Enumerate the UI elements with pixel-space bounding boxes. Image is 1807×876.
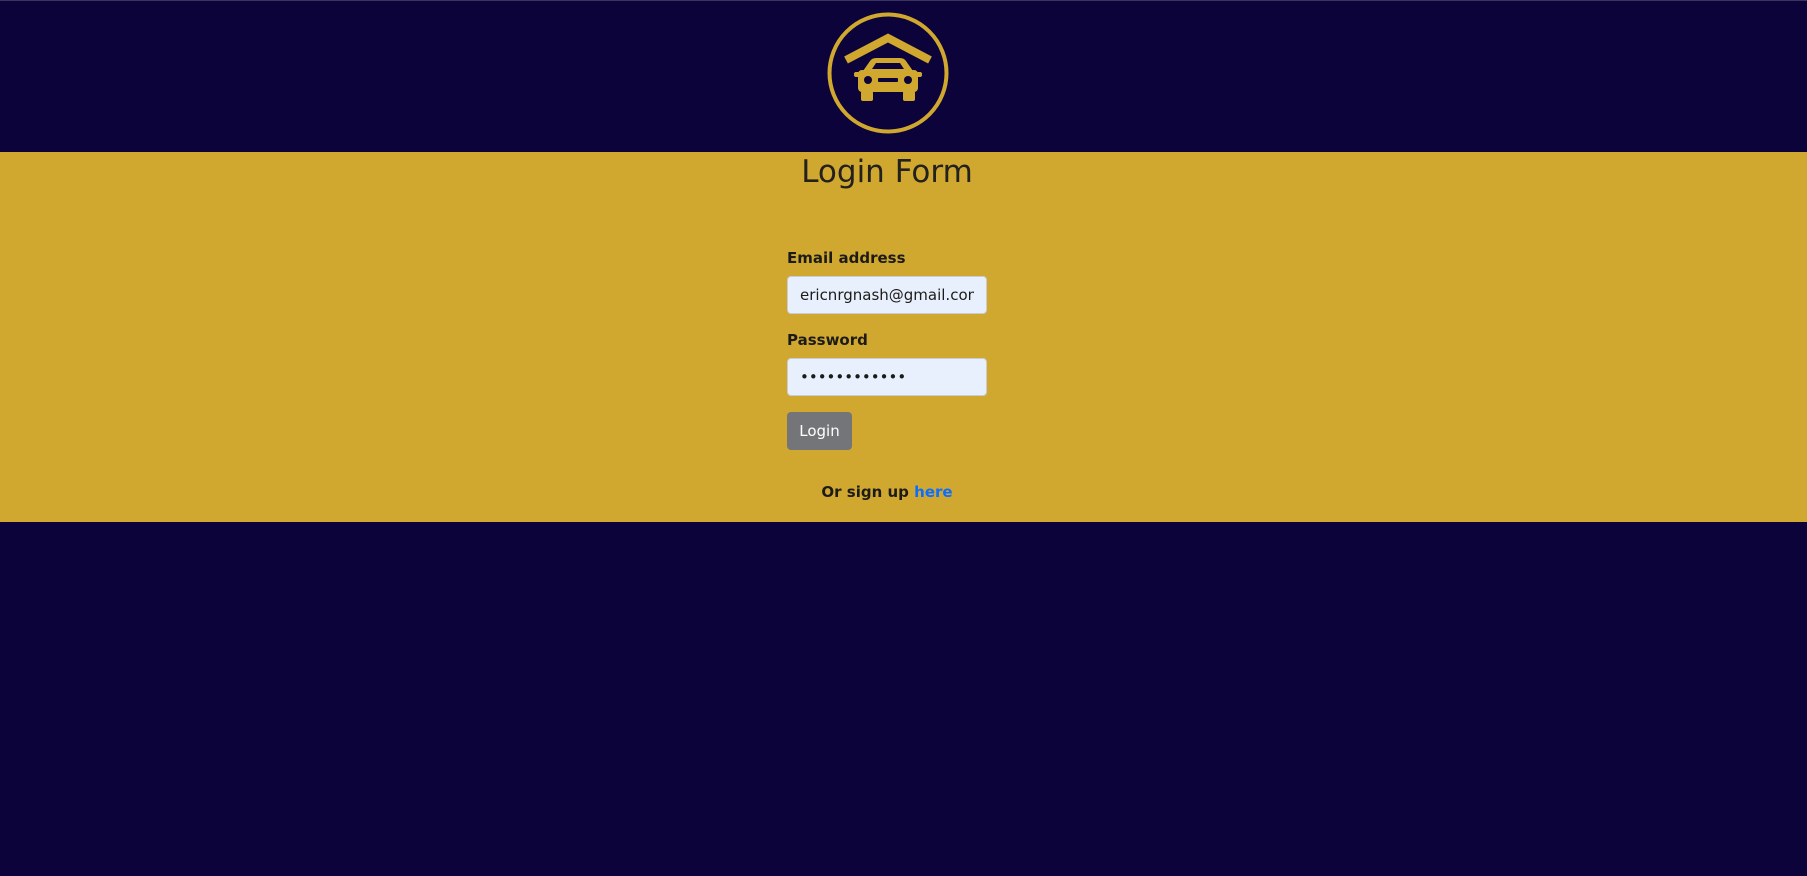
- header: [0, 0, 1807, 152]
- email-label: Email address: [787, 249, 906, 267]
- email-field[interactable]: [787, 276, 987, 314]
- garage-car-icon: [827, 12, 949, 134]
- signup-prompt: Or sign up here: [787, 482, 987, 502]
- password-label: Password: [787, 331, 868, 349]
- signup-prefix: Or sign up: [821, 483, 915, 501]
- password-field[interactable]: [787, 358, 987, 396]
- login-button[interactable]: Login: [787, 412, 852, 450]
- page-title: Login Form: [801, 154, 973, 190]
- signup-link[interactable]: here: [914, 483, 952, 501]
- login-form-section: Login Form Email address Password Login …: [0, 152, 1807, 522]
- login-form: Email address Password Login: [787, 248, 987, 450]
